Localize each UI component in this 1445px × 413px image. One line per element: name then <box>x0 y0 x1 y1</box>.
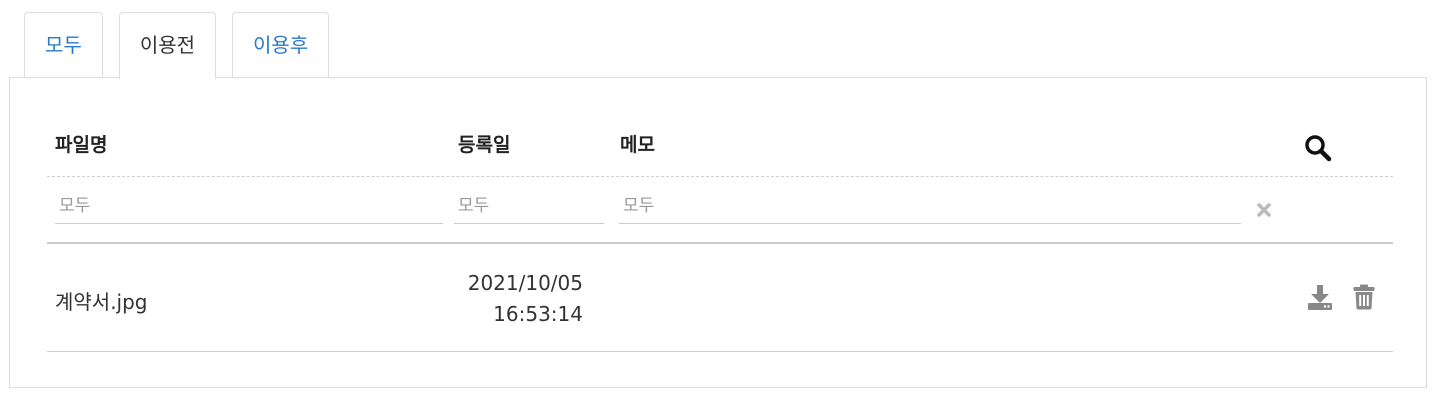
column-header-registered-date[interactable]: 등록일 <box>458 130 510 157</box>
file-name-cell: 계약서.jpg <box>55 290 148 314</box>
file-name-filter-input[interactable] <box>55 188 443 224</box>
registered-date-cell: 2021/10/05 16:53:14 <box>437 268 583 330</box>
download-icon[interactable] <box>1307 284 1333 310</box>
tab-bar: 모두 이용전 이용후 <box>24 12 330 79</box>
registered-time-value: 16:53:14 <box>493 302 583 326</box>
column-header-memo[interactable]: 메모 <box>620 130 655 157</box>
close-icon[interactable] <box>1256 202 1272 218</box>
tab-after-use[interactable]: 이용후 <box>232 12 330 78</box>
row-divider <box>47 351 1393 352</box>
search-icon[interactable] <box>1304 134 1332 162</box>
column-header-file-name[interactable]: 파일명 <box>55 130 107 157</box>
file-list-panel: 파일명 등록일 메모 계약서.jpg 2021/10/05 16:53:14 <box>9 77 1427 388</box>
registered-date-filter-input[interactable] <box>454 188 604 224</box>
header-divider <box>47 176 1393 177</box>
registered-date-value: 2021/10/05 <box>467 271 583 295</box>
tab-before-use[interactable]: 이용전 <box>118 12 217 79</box>
tab-all[interactable]: 모두 <box>24 12 103 78</box>
table-row: 계약서.jpg 2021/10/05 16:53:14 <box>47 244 1393 352</box>
trash-icon[interactable] <box>1353 284 1375 310</box>
memo-filter-input[interactable] <box>619 188 1241 224</box>
